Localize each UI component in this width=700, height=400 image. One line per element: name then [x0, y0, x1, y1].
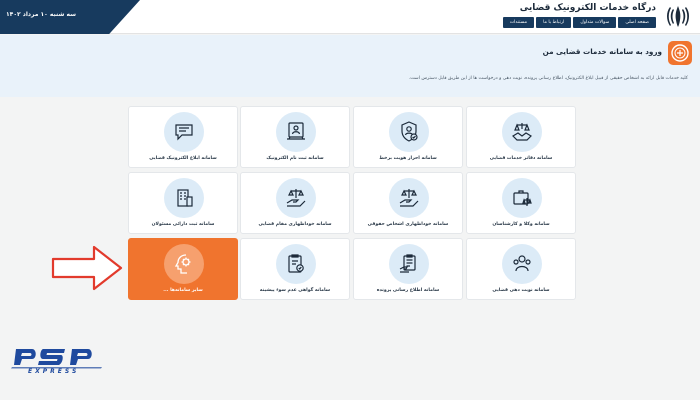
- main-nav: صفحه اصلی سوالات متداول ارتباط با ما مست…: [502, 17, 656, 28]
- clipboard-badge-icon: [276, 244, 316, 284]
- service-card-lawyers-experts[interactable]: سامانه وکلا و کارشناسان: [466, 172, 576, 234]
- service-card-officials-assets[interactable]: سامانه ثبت دارائی مسئولان: [128, 172, 238, 234]
- gear-head-icon: [164, 244, 204, 284]
- service-card-online-identity[interactable]: سامانه احراز هویت برخط: [353, 106, 463, 168]
- judiciary-seal-icon: [668, 41, 692, 65]
- service-card-case-information[interactable]: سامانه اطلاع رسانی پرونده: [353, 238, 463, 300]
- people-group-icon: [502, 244, 542, 284]
- nav-docs[interactable]: مستندات: [502, 17, 535, 28]
- service-card-criminal-record[interactable]: سامانه گواهی عدم سوء پیشینه: [240, 238, 350, 300]
- iran-emblem-icon: [667, 6, 689, 27]
- pointer-arrow-icon: [51, 245, 123, 291]
- shield-user-check-icon: [389, 112, 429, 152]
- top-header: سه شنبه ۱۰ مرداد ۱۴۰۲ درگاه خدمات الکترو…: [0, 0, 700, 34]
- service-card-e-notification[interactable]: سامانه ابلاغ الکترونیک قضایی: [128, 106, 238, 168]
- nav-contact[interactable]: ارتباط با ما: [536, 17, 572, 28]
- nav-faq[interactable]: سوالات متداول: [573, 17, 617, 28]
- hand-scales-icon: [389, 178, 429, 218]
- nav-home[interactable]: صفحه اصلی: [618, 17, 656, 28]
- service-card-legal-entities-declaration[interactable]: سامانه خوداظهاری اشخاص حقوقی: [353, 172, 463, 234]
- service-card-e-registration[interactable]: سامانه ثبت نام الکترونیک: [240, 106, 350, 168]
- current-date: سه شنبه ۱۰ مرداد ۱۴۰۲: [6, 11, 76, 18]
- intro-title: ورود به سامانه خدمات قضایی من: [542, 47, 662, 56]
- hand-scales-icon: [276, 178, 316, 218]
- service-card-judges-declaration[interactable]: سامانه خوداظهاری مقام قضایی: [240, 172, 350, 234]
- building-document-icon: [164, 178, 204, 218]
- clipboard-hand-icon: [389, 244, 429, 284]
- site-title: درگاه خدمات الکترونیک قضایی: [519, 3, 656, 13]
- logo-tagline: EXPRESS: [28, 368, 80, 375]
- intro-panel: ورود به سامانه خدمات قضایی من کلیه خدمات…: [0, 35, 700, 97]
- service-card-other-systems[interactable]: سایر سامانه‌ها ...: [128, 238, 238, 300]
- handshake-scales-icon: [502, 112, 542, 152]
- briefcase-scales-icon: [502, 178, 542, 218]
- id-card-monitor-icon: [276, 112, 316, 152]
- service-card-judicial-offices[interactable]: سامانه دفاتر خدمات قضایی: [466, 106, 576, 168]
- chat-document-icon: [164, 112, 204, 152]
- intro-description: کلیه خدمات قابل ارائه به اشخاص حقیقی از …: [408, 76, 688, 81]
- service-card-appointments[interactable]: سامانه نوبت دهی قضایی: [466, 238, 576, 300]
